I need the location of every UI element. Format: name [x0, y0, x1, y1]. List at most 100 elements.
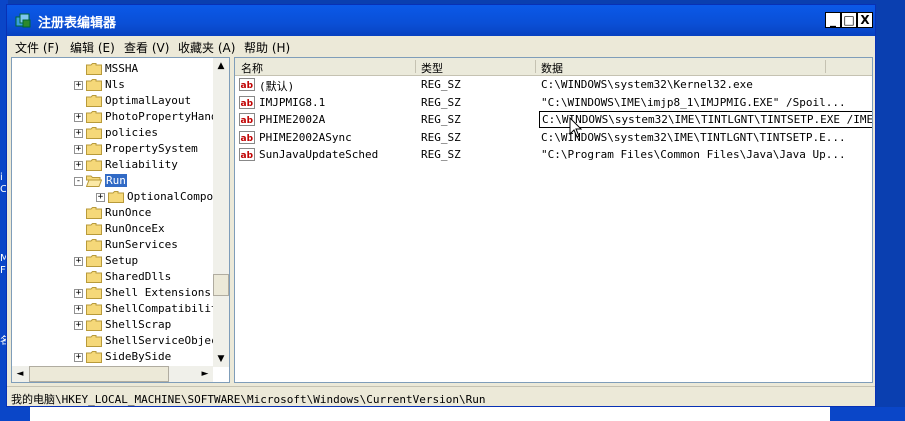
menu-edit[interactable]: 编辑 (E)	[70, 39, 115, 56]
tree-vertical-scrollbar[interactable]: ▲ ▼	[213, 58, 229, 367]
minimize-button[interactable]: _	[825, 12, 841, 28]
expand-icon[interactable]: +	[74, 81, 83, 90]
maximize-button[interactable]: □	[841, 12, 857, 28]
current-key-path: 我的电脑\HKEY_LOCAL_MACHINE\SOFTWARE\Microso…	[11, 393, 486, 406]
tree-item[interactable]: + ShellCompatibilit	[12, 301, 218, 317]
folder-icon	[86, 63, 102, 75]
value-name: SunJavaUpdateSched	[259, 148, 379, 161]
collapse-icon[interactable]: -	[74, 177, 83, 186]
open-folder-icon	[86, 175, 102, 187]
tree-item[interactable]: RunServices	[12, 237, 212, 253]
tree-item[interactable]: + Shell Extensions	[12, 285, 212, 301]
tree-item-label: ShellCompatibilit	[105, 302, 218, 315]
column-separator[interactable]	[535, 60, 536, 73]
scroll-down-arrow-icon[interactable]: ▼	[213, 351, 229, 367]
tree-item-label: ShellServiceObjec	[105, 334, 218, 347]
registry-editor-window: 注册表编辑器 _ □ X 文件 (F) 编辑 (E) 查看 (V) 收藏夹 (A…	[6, 4, 876, 407]
scroll-left-arrow-icon[interactable]: ◄	[12, 366, 28, 382]
tree-item[interactable]: MSSHA	[12, 61, 212, 77]
folder-icon	[86, 287, 102, 299]
list-item[interactable]: ab IMJPMIG8.1 REG_SZ "C:\WINDOWS\IME\imjp8_…	[235, 94, 872, 111]
column-separator[interactable]	[825, 60, 826, 73]
list-item[interactable]: ab PHIME2002A REG_SZ C:\WINDOWS\system32\IM…	[235, 111, 872, 128]
tree-item-label: ShellScrap	[105, 318, 172, 331]
value-name: PHIME2002A	[259, 113, 326, 126]
tree-item[interactable]: + PhotoPropertyHand	[12, 109, 218, 125]
folder-icon	[86, 319, 102, 331]
expand-icon[interactable]: +	[74, 257, 83, 266]
registry-editor-icon	[14, 12, 32, 30]
column-name-header[interactable]: 名称	[241, 60, 263, 76]
registry-value-list[interactable]: 名称 类型 数据 ab (默认) REG_SZ C:\WINDOWS\system32…	[234, 57, 873, 383]
tree-item[interactable]: SharedDlls	[12, 269, 212, 285]
desktop-glyph: i	[0, 172, 3, 183]
tree-item[interactable]: + policies	[12, 125, 212, 141]
svg-text:ab: ab	[241, 151, 254, 161]
mouse-cursor-icon	[569, 117, 583, 138]
string-value-icon: ab	[239, 95, 255, 109]
list-item[interactable]: ab PHIME2002ASync REG_SZ C:\WINDOWS\system3…	[235, 129, 872, 146]
folder-icon	[86, 303, 102, 315]
tree-item-label: RunOnceEx	[105, 222, 165, 235]
scroll-up-arrow-icon[interactable]: ▲	[213, 58, 229, 74]
svg-text:ab: ab	[241, 99, 254, 109]
value-type: REG_SZ	[421, 113, 461, 126]
scroll-right-arrow-icon[interactable]: ►	[197, 366, 213, 382]
value-type: REG_SZ	[421, 95, 461, 109]
tree-item[interactable]: + Setup	[12, 253, 212, 269]
expand-icon[interactable]: +	[74, 305, 83, 314]
scroll-thumb[interactable]	[29, 366, 169, 382]
value-type: REG_SZ	[421, 130, 461, 144]
expand-icon[interactable]: +	[74, 353, 83, 362]
value-type: REG_SZ	[421, 148, 461, 161]
scroll-thumb[interactable]	[213, 274, 229, 296]
menu-help[interactable]: 帮助 (H)	[244, 39, 290, 56]
tree-item-label: Nls	[105, 78, 125, 91]
tree-item-label: SharedDlls	[105, 270, 172, 283]
tree-item[interactable]: + SideBySide	[12, 349, 212, 365]
tree-item[interactable]: + ShellScrap	[12, 317, 212, 333]
title-bar[interactable]: 注册表编辑器 _ □ X	[7, 5, 875, 36]
menu-view[interactable]: 查看 (V)	[124, 39, 169, 56]
registry-key-tree[interactable]: MSSHA + Nls OptimalLayout + PhotoPropertyHand…	[11, 57, 230, 383]
string-value-icon: ab	[239, 78, 255, 91]
tree-item-label: policies	[105, 126, 158, 139]
tree-item-label: Shell Extensions	[105, 286, 211, 299]
tree-item[interactable]: OptimalLayout	[12, 93, 212, 109]
tree-item-label: RunServices	[105, 238, 178, 251]
tree-item[interactable]: RunOnceEx	[12, 221, 212, 237]
tree-item-label: SideBySide	[105, 350, 172, 363]
menu-favorites[interactable]: 收藏夹 (A)	[178, 39, 235, 56]
value-name: IMJPMIG8.1	[259, 95, 326, 109]
expand-icon[interactable]: +	[74, 161, 83, 170]
expand-icon[interactable]: +	[74, 145, 83, 154]
desktop-glyph: F	[0, 265, 6, 276]
folder-icon	[86, 127, 102, 139]
expand-icon[interactable]: +	[96, 193, 105, 202]
menu-file[interactable]: 文件 (F)	[15, 39, 59, 56]
tree-item[interactable]: RunOnce	[12, 205, 212, 221]
string-value-icon: ab	[239, 148, 255, 161]
expand-icon[interactable]: +	[74, 321, 83, 330]
tree-item[interactable]: + OptionalCompor	[12, 189, 220, 205]
value-data-edit-box[interactable]: C:\WINDOWS\system32\IME\TINTLGNT\TINTSET…	[539, 111, 872, 128]
list-item[interactable]: ab (默认) REG_SZ C:\WINDOWS\system32\Kernel32…	[235, 76, 872, 93]
tree-item-label: MSSHA	[105, 62, 139, 75]
column-separator[interactable]	[415, 60, 416, 73]
column-data-header[interactable]: 数据	[541, 60, 563, 76]
close-button[interactable]: X	[857, 12, 873, 28]
tree-item[interactable]: + Reliability	[12, 157, 212, 173]
expand-icon[interactable]: +	[74, 129, 83, 138]
svg-text:ab: ab	[241, 134, 254, 144]
folder-icon	[86, 335, 102, 347]
tree-item[interactable]: + PropertySystem	[12, 141, 212, 157]
tree-item[interactable]: - Run	[12, 173, 212, 189]
tree-item[interactable]: ShellServiceObjec	[12, 333, 218, 349]
column-type-header[interactable]: 类型	[421, 60, 443, 76]
expand-icon[interactable]: +	[74, 289, 83, 298]
tree-horizontal-scrollbar[interactable]: ◄ ►	[12, 366, 213, 382]
value-data: C:\WINDOWS\system32\IME\TINTLGNT\TINTSET…	[541, 130, 846, 144]
tree-item[interactable]: + Nls	[12, 77, 212, 93]
list-item[interactable]: ab SunJavaUpdateSched REG_SZ "C:\Program Fi…	[235, 146, 872, 163]
expand-icon[interactable]: +	[74, 113, 83, 122]
